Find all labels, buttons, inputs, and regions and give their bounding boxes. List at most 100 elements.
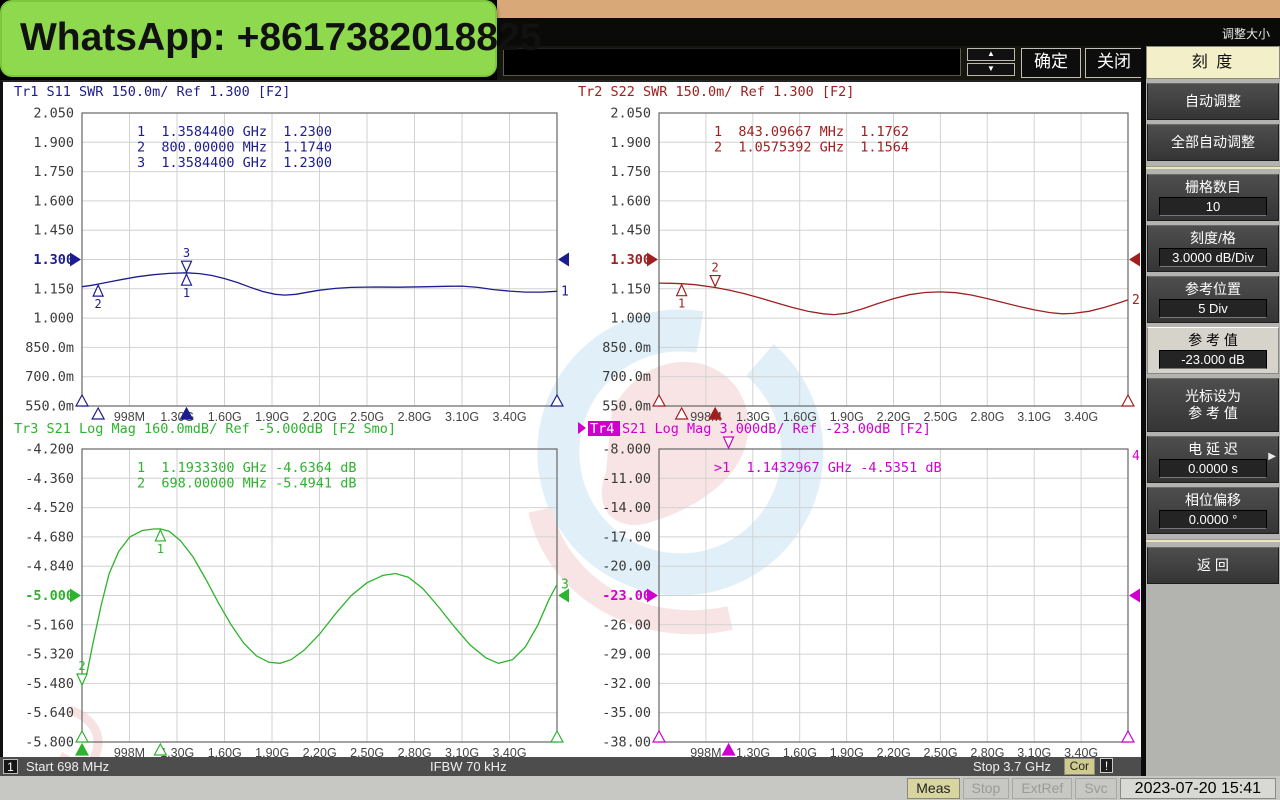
whatsapp-banner: WhatsApp: +8617382018825 [0,0,497,77]
auto-scale-button[interactable]: 自动调整 [1147,83,1279,120]
instrument-status-bar: Meas Stop ExtRef Svc 2023-07-20 15:41 [0,776,1280,800]
ref-value-group[interactable]: 参 考 值-23.000 dB [1147,327,1279,374]
x-tick-label: 1.30G [736,746,770,757]
x-tick-label: 2.20G [877,746,911,757]
start-frequency-label: Start 698 MHz [26,759,109,774]
x-tick-label: 3.40G [493,410,527,424]
stop-frequency-label: Stop 3.7 GHz [973,759,1051,774]
y-tick-label: -32.00 [602,676,651,692]
marker-number-label: 3 [183,246,190,260]
scale-menu-title: 刻 度 [1146,46,1280,79]
axis-corner-marker-icon [76,395,88,406]
close-button[interactable]: 关闭 [1085,48,1143,78]
marker-number-label: 1 [183,286,190,300]
y-tick-label: -35.00 [602,705,651,721]
y-tick-label: -29.00 [602,647,651,663]
back-button[interactable]: 返 回 [1147,547,1279,584]
y-tick-label: 1.450 [610,223,651,239]
y-tick-label: -4.680 [25,529,74,545]
whatsapp-banner-text: WhatsApp: +8617382018825 [2,2,495,73]
marker-triangle-icon [155,530,165,541]
trace-number-label: 2 [1132,293,1140,308]
ok-button[interactable]: 确定 [1021,48,1081,78]
y-tick-label: -11.00 [602,471,651,487]
trace-number-label: 3 [561,578,569,593]
meas-status-badge: Meas [907,778,959,799]
axis-marker-icon [92,408,104,419]
auto-scale-all-button[interactable]: 全部自动调整 [1147,124,1279,161]
y-tick-label: -20.00 [602,559,651,575]
ref-level-arrow-right-icon [558,253,569,267]
chevron-right-icon: ▶ [1268,451,1276,462]
x-tick-label: 2.50G [923,746,957,757]
y-tick-label: -4.200 [25,442,74,458]
x-tick-label: 2.80G [398,410,432,424]
x-tick-label: 3.40G [493,746,527,757]
chevron-up-icon[interactable]: ▲ [967,48,1015,61]
watermark-logo-icon [60,330,802,757]
trace-number-label: 4 [1132,449,1140,464]
y-tick-label: -5.000 [25,588,74,604]
electrical-delay-group-value: 0.0000 s [1159,459,1267,478]
ref-level-arrow-left-icon [647,253,658,267]
scale-menu-sidebar: 刻 度 自动调整全部自动调整栅格数目10刻度/格3.0000 dB/Div参考位… [1146,46,1280,776]
y-tick-label: 2.050 [610,106,651,122]
marker-triangle-icon [93,285,103,296]
phase-offset-group-value: 0.0000 ° [1159,510,1267,529]
vna-application-window: 调整大小 ▲ ▼ 确定 关闭 WhatsApp: +8617382018825 … [0,0,1280,800]
chart-tr1: 2.0501.9001.7501.6001.4501.3001.1501.000… [14,84,569,424]
x-tick-label: 3.10G [1017,410,1051,424]
electrical-delay-group[interactable]: 电 延 迟0.0000 s▶ [1147,436,1279,483]
y-tick-label: 1.150 [33,281,74,297]
bezel-strip [497,0,1280,18]
y-tick-label: 1.600 [610,193,651,209]
y-tick-label: -4.840 [25,559,74,575]
warning-badge: ! [1100,758,1113,773]
y-tick-label: -4.520 [25,500,74,516]
svc-status-badge: Svc [1075,778,1116,799]
phase-offset-group[interactable]: 相位偏移0.0000 ° [1147,487,1279,534]
trace-header-label: Tr3 S21 Log Mag 160.0mdB/ Ref -5.000dB [… [14,421,396,437]
x-tick-label: 2.80G [970,410,1004,424]
y-tick-label: -5.160 [25,617,74,633]
y-tick-label: 2.050 [33,106,74,122]
scale-per-div-group-value: 3.0000 dB/Div [1159,248,1267,267]
ref-position-group[interactable]: 参考位置5 Div [1147,276,1279,323]
chevron-down-icon[interactable]: ▼ [967,63,1015,76]
marker-number-label: 2 [78,659,85,673]
correction-status-badge: Cor [1064,758,1095,775]
x-tick-label: 2.50G [350,746,384,757]
marker-number-label: 1 [157,542,164,556]
y-tick-label: 700.0m [602,369,651,385]
ref-level-arrow-right-icon [1129,253,1140,267]
y-tick-label: 550.0m [602,399,651,415]
marker-readout-line: 1 1.1933300 GHz -4.6364 dB [137,460,356,476]
marker-readout-line: 2 698.00000 MHz -5.4941 dB [137,476,356,492]
trace-number-label: 1 [561,284,569,299]
grid-count-group[interactable]: 栅格数目10 [1147,174,1279,221]
scale-per-div-group[interactable]: 刻度/格3.0000 dB/Div [1147,225,1279,272]
marker-triangle-icon [181,274,191,285]
size-input-field[interactable] [503,48,961,76]
axis-corner-marker-icon [1122,395,1134,406]
sidebar-separator [1146,539,1280,542]
y-tick-label: 1.750 [33,164,74,180]
marker-number-label: 2 [95,297,102,311]
marker-readout-line: 2 1.0575392 GHz 1.1564 [714,140,909,156]
ref-level-arrow-left-icon [70,253,81,267]
y-tick-label: -14.00 [602,500,651,516]
y-tick-label: -5.640 [25,705,74,721]
ref-value-group-value: -23.000 dB [1159,350,1267,369]
extref-status-badge: ExtRef [1012,778,1072,799]
axis-marker-icon [76,744,88,755]
marker-to-ref-button[interactable]: 光标设为参 考 值 [1147,378,1279,432]
y-tick-label: 1.150 [610,281,651,297]
x-tick-label: 2.80G [398,746,432,757]
marker-number-label: 1 [678,297,685,311]
y-tick-label: 1.750 [610,164,651,180]
y-tick-label: -5.480 [25,676,74,692]
y-tick-label: 850.0m [602,340,651,356]
x-tick-label: 3.10G [445,410,479,424]
y-tick-label: -5.320 [25,647,74,663]
x-tick-label: 1.90G [830,746,864,757]
